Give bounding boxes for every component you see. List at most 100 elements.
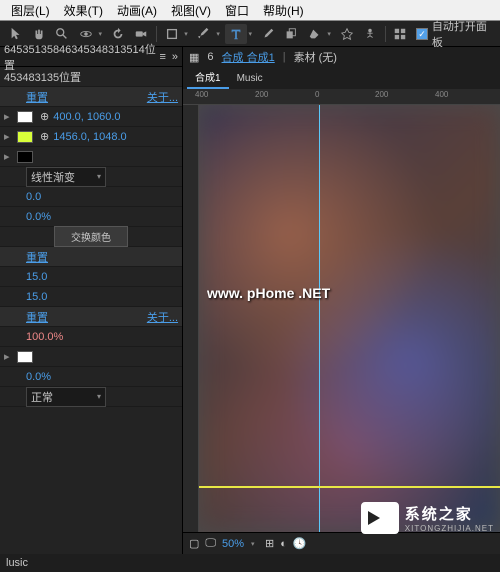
ruler-tick: 0: [315, 90, 319, 99]
color-swatch-2[interactable]: [17, 131, 33, 143]
value[interactable]: 0.0%: [26, 371, 51, 383]
channel-icon[interactable]: ◐: [280, 538, 287, 550]
dropdown-icon[interactable]: ▾: [327, 30, 335, 38]
shape-line[interactable]: [199, 486, 500, 488]
value[interactable]: 15.0: [26, 271, 47, 283]
crosshair-icon[interactable]: ⊕: [40, 130, 49, 143]
position-value-2[interactable]: 1456.0, 1048.0: [53, 131, 126, 143]
prop-row: 0.0: [0, 187, 182, 207]
twirl-icon[interactable]: ▸: [4, 110, 14, 123]
dropdown-icon[interactable]: ▾: [216, 30, 224, 38]
effects-panel: 64535135846345348313514位置 ≡ » 453483135位…: [0, 47, 182, 554]
dropdown-icon[interactable]: ▾: [184, 30, 192, 38]
reset-link[interactable]: 重置: [26, 249, 48, 265]
gradient-type-dropdown[interactable]: 线性渐变: [26, 167, 106, 187]
puppet-tool[interactable]: [359, 24, 380, 44]
view-icon[interactable]: ▢: [189, 537, 199, 550]
ruler-tick: 200: [255, 90, 268, 99]
opacity-value[interactable]: 100.0%: [26, 331, 63, 343]
clone-tool[interactable]: [281, 24, 302, 44]
tab-comp1[interactable]: 合成1: [187, 66, 229, 89]
brand-watermark: 系统之家 XITONGZHIJIA.NET: [361, 502, 494, 534]
zoom-tool[interactable]: [52, 24, 73, 44]
monitor-icon[interactable]: 🖵: [205, 537, 216, 550]
menu-window[interactable]: 窗口: [218, 2, 256, 19]
twirl-icon[interactable]: ▸: [4, 350, 14, 363]
twirl-icon[interactable]: ▸: [4, 150, 14, 163]
value[interactable]: 0.0: [26, 191, 41, 203]
about-link[interactable]: 关于...: [147, 89, 178, 105]
blend-row: 正常: [0, 387, 182, 407]
layers-icon[interactable]: ▦: [189, 51, 199, 64]
crumb-index: 6: [207, 51, 213, 63]
panel-menu-icon[interactable]: ≡: [159, 51, 165, 63]
transform-header: 453483135位置: [0, 67, 182, 87]
toolbar: ▾ ▾ ▾ ▾ ▾ 自动打开面板: [0, 21, 500, 47]
viewer-controls: ▢ 🖵 50% ▾ ⊞ ◐ 🕓: [183, 532, 500, 554]
color-swatch-1[interactable]: [17, 111, 33, 123]
auto-open-checkbox[interactable]: [416, 28, 428, 40]
brand-name-en: XITONGZHIJIA.NET: [405, 524, 494, 533]
ruler-tick: 400: [195, 90, 208, 99]
twirl-icon[interactable]: ▸: [4, 130, 14, 143]
panel-close-icon[interactable]: »: [172, 51, 178, 63]
guide-vertical[interactable]: [319, 105, 320, 532]
gradient-type-row: ▸: [0, 147, 182, 167]
value[interactable]: 15.0: [26, 291, 47, 303]
canvas[interactable]: www. pHome .NET: [199, 105, 500, 532]
ruler-tick: 400: [435, 90, 448, 99]
menu-effect[interactable]: 效果(T): [57, 2, 110, 19]
color-swatch-3[interactable]: [17, 151, 33, 163]
zoom-dropdown[interactable]: 50%: [222, 538, 244, 550]
resolution-icon[interactable]: ⊞: [265, 537, 274, 550]
panel-tab-row: 64535135846345348313514位置 ≡ »: [0, 47, 182, 67]
roto-tool[interactable]: [336, 24, 357, 44]
dropdown-icon[interactable]: ▾: [251, 540, 259, 548]
opacity-row: 100.0%: [0, 327, 182, 347]
pen-tool[interactable]: [193, 24, 214, 44]
menu-animation[interactable]: 动画(A): [110, 2, 164, 19]
blend-mode-dropdown[interactable]: 正常: [26, 387, 106, 407]
position-value-1[interactable]: 400.0, 1060.0: [53, 111, 120, 123]
about-link[interactable]: 关于...: [147, 309, 178, 325]
eraser-tool[interactable]: [304, 24, 325, 44]
comp-breadcrumb: ▦ 6 合成 合成1 | 素材 (无): [183, 47, 500, 67]
text-tool[interactable]: [225, 24, 246, 44]
rotate-tool[interactable]: [107, 24, 128, 44]
camera-tool[interactable]: [131, 24, 152, 44]
menu-bar: 图层(L) 效果(T) 动画(A) 视图(V) 窗口 帮助(H): [0, 0, 500, 21]
time-icon[interactable]: 🕓: [293, 537, 307, 550]
color-swatch-4[interactable]: [17, 351, 33, 363]
prop-row: 0.0%: [0, 367, 182, 387]
shape-tool[interactable]: [161, 24, 182, 44]
menu-view[interactable]: 视图(V): [164, 2, 218, 19]
prop-row: 15.0: [0, 287, 182, 307]
orbit-tool[interactable]: [75, 24, 96, 44]
swap-colors-button[interactable]: 交换颜色: [54, 226, 128, 247]
crumb-comp[interactable]: 合成 合成1: [222, 49, 275, 65]
dropdown-icon[interactable]: ▾: [249, 30, 257, 38]
value[interactable]: 0.0%: [26, 211, 51, 223]
ruler-horizontal[interactable]: 400 200 0 200 400: [183, 89, 500, 105]
effect-header-2: 重置: [0, 247, 182, 267]
crosshair-icon[interactable]: ⊕: [40, 110, 49, 123]
menu-layer[interactable]: 图层(L): [4, 2, 57, 19]
ruler-tick: 200: [375, 90, 388, 99]
ruler-vertical[interactable]: [183, 105, 199, 532]
selection-tool[interactable]: [5, 24, 26, 44]
brush-tool[interactable]: [257, 24, 278, 44]
hand-tool[interactable]: [28, 24, 49, 44]
color-1-row: ▸ ⊕ 400.0, 1060.0: [0, 107, 182, 127]
grid-icon[interactable]: [390, 24, 411, 44]
separator: [156, 26, 157, 42]
prop-row: 0.0%: [0, 207, 182, 227]
reset-link[interactable]: 重置: [26, 309, 48, 325]
menu-help[interactable]: 帮助(H): [256, 2, 311, 19]
status-text: lusic: [6, 557, 28, 569]
prop-row: 15.0: [0, 267, 182, 287]
tab-music[interactable]: Music: [229, 70, 271, 89]
effect-header-1: 重置 关于...: [0, 87, 182, 107]
reset-link[interactable]: 重置: [26, 89, 48, 105]
swap-row: 交换颜色: [0, 227, 182, 247]
dropdown-icon[interactable]: ▾: [98, 30, 106, 38]
